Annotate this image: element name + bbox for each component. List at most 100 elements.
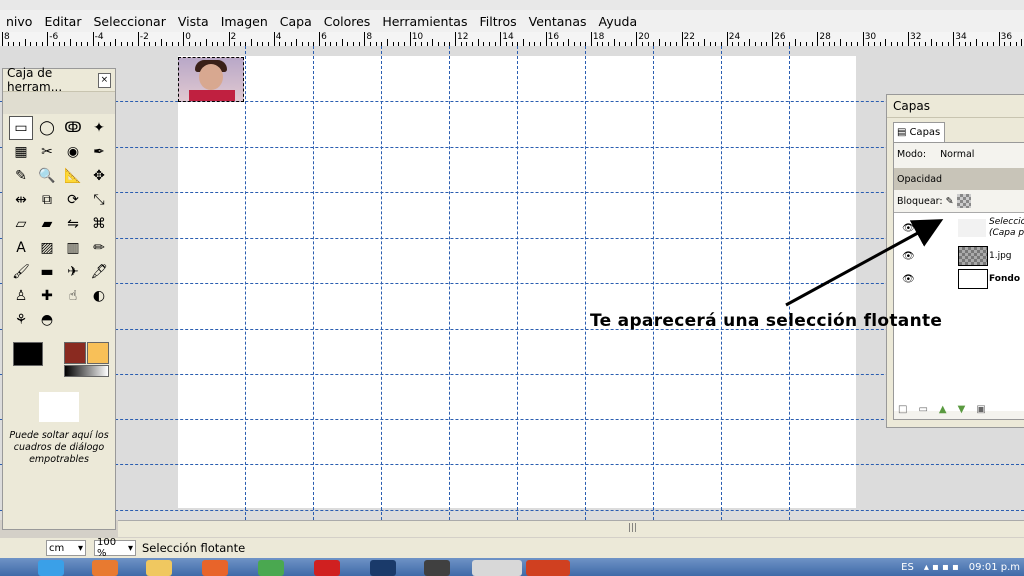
horizontal-guide[interactable] <box>0 192 1024 193</box>
menu-ventanas[interactable]: Ventanas <box>523 14 593 29</box>
zoom-tool-icon[interactable]: 🔍 <box>35 164 59 188</box>
ruler-minor-tick <box>296 39 298 46</box>
fuzzy-select-tool-icon[interactable]: ✦ <box>87 116 111 140</box>
language-indicator[interactable]: ES <box>901 562 914 573</box>
pattern-swatch[interactable] <box>87 342 109 364</box>
smudge2-tool-icon[interactable]: ⚘ <box>9 308 33 332</box>
foreground-color[interactable] <box>13 342 43 366</box>
horizontal-scrollbar[interactable]: ||| <box>118 520 1024 537</box>
ruler-major-tick <box>47 32 49 46</box>
pencil-tool-icon[interactable]: ✏ <box>87 236 111 260</box>
paintbrush-tool-icon[interactable]: 🖌 <box>9 260 33 284</box>
bucket-fill-tool-icon[interactable]: ▨ <box>35 236 59 260</box>
new-layer-icon[interactable]: □ <box>898 404 907 415</box>
powerpoint-icon[interactable] <box>526 560 570 576</box>
clock[interactable]: 09:01 p.m <box>969 562 1020 573</box>
menu-herramientas[interactable]: Herramientas <box>376 14 473 29</box>
ruler-major-tick <box>862 32 864 46</box>
align-tool-icon[interactable]: ⇹ <box>9 188 33 212</box>
layer-row-fondo[interactable]: 👁 Fondo <box>894 268 1024 290</box>
horizontal-guide[interactable] <box>0 510 1024 511</box>
menu-filtros[interactable]: Filtros <box>473 14 522 29</box>
eye-icon[interactable]: 👁 <box>902 251 915 262</box>
raise-layer-icon[interactable]: ▲ <box>939 404 947 415</box>
color-picker-tool-icon[interactable]: ✎ <box>9 164 33 188</box>
brush-pattern-swatch[interactable] <box>64 342 86 364</box>
eye-icon[interactable]: 👁 <box>902 223 915 234</box>
zoom-value: 100 % <box>97 537 117 559</box>
horizontal-guide[interactable] <box>0 147 1024 148</box>
move-tool-icon[interactable]: ✥ <box>87 164 111 188</box>
app-icon[interactable] <box>424 560 450 576</box>
ink-tool-icon[interactable]: 🖋 <box>87 260 111 284</box>
horizontal-guide[interactable] <box>0 238 1024 239</box>
perspective-tool-icon[interactable]: ▰ <box>35 212 59 236</box>
menu-vista[interactable]: Vista <box>172 14 215 29</box>
menu-colores[interactable]: Colores <box>318 14 377 29</box>
crop-tool-icon[interactable]: ⧉ <box>35 188 59 212</box>
horizontal-guide[interactable] <box>0 464 1024 465</box>
horizontal-guide[interactable] <box>0 419 1024 420</box>
wilber-banner <box>3 92 115 114</box>
ellipse-select-tool-icon[interactable]: ◯ <box>35 116 59 140</box>
ie-icon[interactable] <box>38 560 64 576</box>
menu-archivo[interactable]: nivo <box>0 14 38 29</box>
rect-select-tool-icon[interactable]: ▭ <box>9 116 33 140</box>
dodge-tool-icon[interactable]: ◓ <box>35 308 59 332</box>
mode-select[interactable]: Normal <box>940 149 974 160</box>
firefox-icon[interactable] <box>202 560 228 576</box>
lock-pixels-icon[interactable]: ✎ <box>946 196 954 207</box>
gradient-swatch[interactable] <box>64 365 109 377</box>
new-group-icon[interactable]: ▭ <box>918 404 927 415</box>
ruler-major-tick <box>137 32 139 46</box>
layer-row-1jpg[interactable]: 👁 1.jpg <box>894 245 1024 267</box>
horizontal-guide[interactable] <box>0 283 1024 284</box>
text-tool-icon[interactable]: A <box>9 236 33 260</box>
heal-tool-icon[interactable]: ✚ <box>35 284 59 308</box>
by-color-select-tool-icon[interactable]: ▦ <box>9 140 33 164</box>
scissors-tool-icon[interactable]: ✂ <box>35 140 59 164</box>
scale-tool-icon[interactable]: ⤡ <box>87 188 111 212</box>
paths-tool-icon[interactable]: ✒ <box>87 140 111 164</box>
eraser-tool-icon[interactable]: ▬ <box>35 260 59 284</box>
tray-icons[interactable]: ▴ ▪ ▪ ▪ <box>924 562 959 573</box>
menu-imagen[interactable]: Imagen <box>215 14 274 29</box>
opera-icon[interactable] <box>314 560 340 576</box>
horizontal-guide[interactable] <box>0 101 1024 102</box>
horizontal-ruler[interactable]: 8 -6 -4 -2 0 2 4 6 8 10 12 14 16 18 20 22 24 26 28 30 32 34 36 <box>0 32 1024 47</box>
menu-ayuda[interactable]: Ayuda <box>593 14 644 29</box>
tab-capas[interactable]: ▤ Capas <box>893 122 945 142</box>
airbrush-tool-icon[interactable]: ✈ <box>61 260 85 284</box>
chrome-icon[interactable] <box>258 560 284 576</box>
menu-seleccionar[interactable]: Seleccionar <box>87 14 171 29</box>
eye-icon[interactable]: 👁 <box>902 274 915 285</box>
foreground-select-tool-icon[interactable]: ◉ <box>61 140 85 164</box>
smudge-tool-icon[interactable]: ☝ <box>61 284 85 308</box>
horizontal-guide[interactable] <box>0 374 1024 375</box>
measure-tool-icon[interactable]: 📐 <box>61 164 85 188</box>
unit-select[interactable]: cm ▾ <box>46 540 86 556</box>
ruler-label: 4 <box>275 32 282 42</box>
close-icon[interactable]: × <box>97 72 111 88</box>
layer-row-selection[interactable]: 👁 Selección (Capa p <box>894 217 1024 239</box>
lower-layer-icon[interactable]: ▼ <box>958 404 966 415</box>
opacity-slider[interactable]: Opacidad <box>894 168 1024 190</box>
clone-tool-icon[interactable]: ♙ <box>9 284 33 308</box>
rotate-tool-icon[interactable]: ⟳ <box>61 188 85 212</box>
floating-selection-image[interactable] <box>178 57 244 102</box>
zoom-select[interactable]: 100 % ▾ <box>94 537 136 559</box>
duplicate-layer-icon[interactable]: ▣ <box>976 404 985 415</box>
photoshop-icon[interactable] <box>370 560 396 576</box>
flip-tool-icon[interactable]: ⇋ <box>61 212 85 236</box>
folder-icon[interactable] <box>146 560 172 576</box>
lock-alpha-icon[interactable] <box>956 194 971 208</box>
menu-editar[interactable]: Editar <box>38 14 87 29</box>
gimp-icon[interactable] <box>472 560 522 576</box>
free-select-tool-icon[interactable]: ↂ <box>61 116 85 140</box>
shear-tool-icon[interactable]: ▱ <box>9 212 33 236</box>
media-icon[interactable] <box>92 560 118 576</box>
menu-capa[interactable]: Capa <box>274 14 318 29</box>
dodge-burn-tool-icon[interactable]: ◐ <box>87 284 111 308</box>
cage-tool-icon[interactable]: ⌘ <box>87 212 111 236</box>
blend-tool-icon[interactable]: ▥ <box>61 236 85 260</box>
